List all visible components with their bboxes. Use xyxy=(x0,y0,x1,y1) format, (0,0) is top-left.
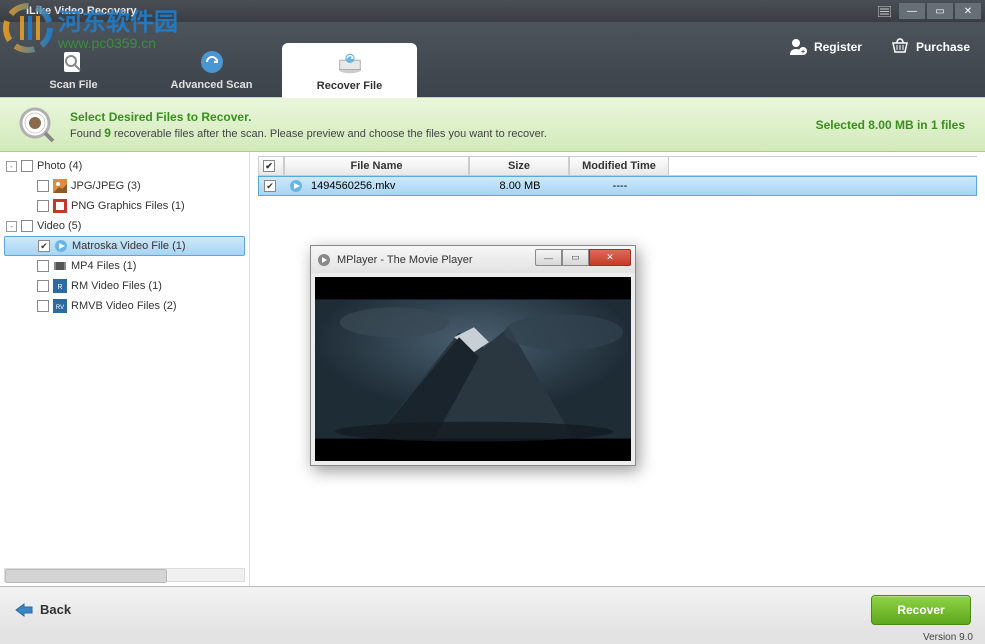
banner-title: Select Desired Files to Recover. xyxy=(70,110,547,124)
version-label: Version 9.0 xyxy=(0,632,985,644)
header-size[interactable]: Size xyxy=(469,157,569,175)
banner: Select Desired Files to Recover. Found 9… xyxy=(0,97,985,152)
footer: Back Recover xyxy=(0,586,985,632)
tree-item-rm[interactable]: R RM Video Files (1) xyxy=(4,276,245,296)
preview-titlebar[interactable]: MPlayer - The Movie Player — ▭ ✕ xyxy=(311,246,635,273)
banner-selected-summary: Selected 8.00 MB in 1 files xyxy=(816,118,965,132)
header: Scan File Advanced Scan Recover File + R… xyxy=(0,22,985,97)
tree-checkbox[interactable] xyxy=(21,160,33,172)
select-all-checkbox[interactable] xyxy=(263,160,275,172)
purchase-label: Purchase xyxy=(916,40,970,54)
tree-item-png[interactable]: PNG Graphics Files (1) xyxy=(4,196,245,216)
mplayer-icon xyxy=(317,253,331,267)
tree-checkbox[interactable] xyxy=(37,300,49,312)
header-modified[interactable]: Modified Time xyxy=(569,157,669,175)
minimize-button[interactable]: — xyxy=(899,3,925,19)
tree-checkbox[interactable] xyxy=(37,200,49,212)
tree-item-matroska[interactable]: Matroska Video File (1) xyxy=(4,236,245,256)
preview-close-button[interactable]: ✕ xyxy=(589,249,631,266)
tree-toggle[interactable]: - xyxy=(6,161,17,172)
tree-checkbox[interactable] xyxy=(38,240,50,252)
tree-label: PNG Graphics Files (1) xyxy=(71,200,185,212)
row-checkbox[interactable] xyxy=(264,180,276,192)
app-title: iLike Video Recovery xyxy=(26,5,136,17)
tree-label: Photo (4) xyxy=(37,160,82,172)
tree-label: Matroska Video File (1) xyxy=(72,240,186,252)
register-label: Register xyxy=(814,40,862,54)
file-type-icon: RV xyxy=(53,299,67,313)
tab-label: Advanced Scan xyxy=(171,79,253,91)
file-modified: ---- xyxy=(570,177,670,195)
file-row[interactable]: 1494560256.mkv 8.00 MB ---- xyxy=(258,176,977,196)
preview-title: MPlayer - The Movie Player xyxy=(337,254,473,266)
tree-label: Video (5) xyxy=(37,220,81,232)
recover-button[interactable]: Recover xyxy=(871,595,971,625)
tree-group-photo[interactable]: - Photo (4) xyxy=(4,156,245,176)
tree-checkbox[interactable] xyxy=(37,260,49,272)
purchase-button[interactable]: Purchase xyxy=(890,37,970,57)
sidebar-tree: - Photo (4) JPG/JPEG (3) PNG Graphics Fi… xyxy=(0,152,250,586)
banner-description: Found 9 recoverable files after the scan… xyxy=(70,126,547,140)
tab-label: Scan File xyxy=(49,79,97,91)
tab-advanced-scan[interactable]: Advanced Scan xyxy=(144,42,279,97)
tree-checkbox[interactable] xyxy=(37,280,49,292)
svg-text:+: + xyxy=(801,49,805,56)
sidebar-scrollbar[interactable] xyxy=(4,568,245,582)
purchase-icon xyxy=(890,37,910,57)
svg-text:RV: RV xyxy=(56,305,64,311)
recover-file-icon xyxy=(336,49,364,77)
back-button[interactable]: Back xyxy=(14,602,71,618)
banner-icon xyxy=(18,106,56,144)
header-actions: + Register Purchase xyxy=(788,37,970,57)
tree-item-rmvb[interactable]: RV RMVB Video Files (2) xyxy=(4,296,245,316)
svg-text:R: R xyxy=(57,284,62,291)
preview-maximize-button[interactable]: ▭ xyxy=(562,249,589,266)
tree-label: JPG/JPEG (3) xyxy=(71,180,141,192)
file-list-header: File Name Size Modified Time xyxy=(258,156,977,176)
preview-minimize-button[interactable]: — xyxy=(535,249,562,266)
tree-group-video[interactable]: - Video (5) xyxy=(4,216,245,236)
register-icon: + xyxy=(788,37,808,57)
preview-video-area[interactable] xyxy=(315,277,631,461)
file-type-icon xyxy=(53,179,67,193)
file-type-icon: R xyxy=(53,279,67,293)
tree-item-jpg[interactable]: JPG/JPEG (3) xyxy=(4,176,245,196)
scan-file-icon xyxy=(60,48,88,76)
tree-label: RM Video Files (1) xyxy=(71,280,162,292)
tree-toggle[interactable]: - xyxy=(6,221,17,232)
tab-recover-file[interactable]: Recover File xyxy=(282,43,417,98)
preview-window[interactable]: MPlayer - The Movie Player — ▭ ✕ xyxy=(310,245,636,466)
tree-label: RMVB Video Files (2) xyxy=(71,300,177,312)
file-type-icon xyxy=(289,179,303,193)
title-bar: iLike Video Recovery — ▭ ✕ xyxy=(0,0,985,22)
title-list-icon[interactable] xyxy=(871,3,897,19)
file-type-icon xyxy=(54,239,68,253)
close-button[interactable]: ✕ xyxy=(955,3,981,19)
advanced-scan-icon xyxy=(198,48,226,76)
header-checkbox-col[interactable] xyxy=(258,157,284,175)
tree-item-mp4[interactable]: MP4 Files (1) xyxy=(4,256,245,276)
back-label: Back xyxy=(40,602,71,617)
tab-label: Recover File xyxy=(317,80,382,92)
file-type-icon xyxy=(53,259,67,273)
tree-checkbox[interactable] xyxy=(37,180,49,192)
tree-checkbox[interactable] xyxy=(21,220,33,232)
tree-label: MP4 Files (1) xyxy=(71,260,136,272)
file-size: 8.00 MB xyxy=(470,177,570,195)
header-filename[interactable]: File Name xyxy=(284,157,469,175)
maximize-button[interactable]: ▭ xyxy=(927,3,953,19)
file-type-icon xyxy=(53,199,67,213)
file-name: 1494560256.mkv xyxy=(311,180,395,192)
register-button[interactable]: + Register xyxy=(788,37,862,57)
tab-scan-file[interactable]: Scan File xyxy=(6,42,141,97)
back-arrow-icon xyxy=(14,602,34,618)
